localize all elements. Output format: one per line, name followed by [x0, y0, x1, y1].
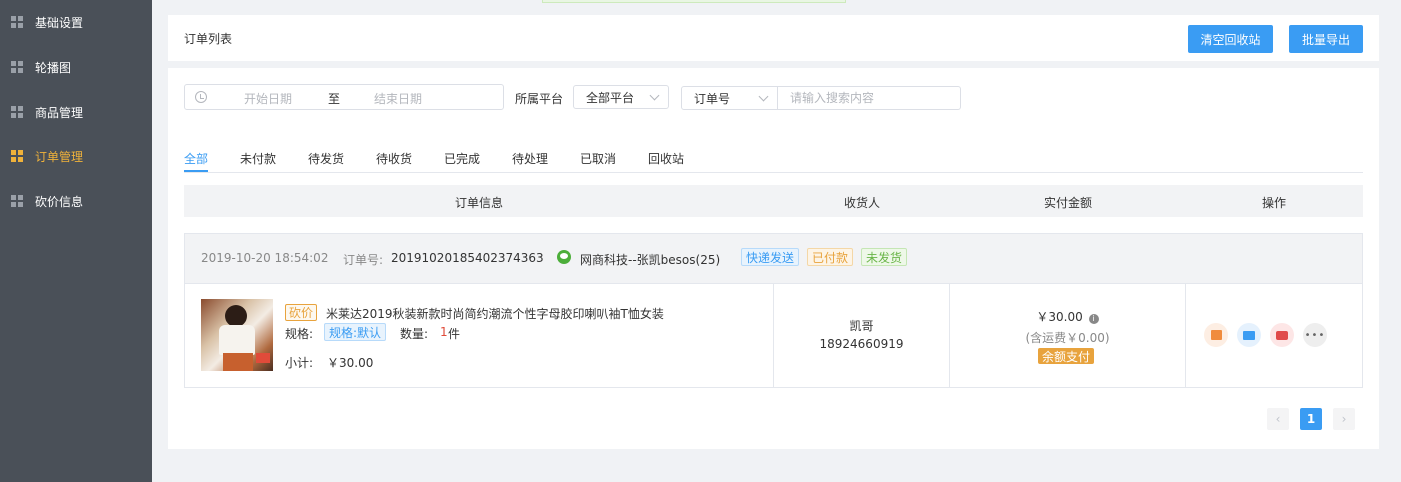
- scrollbar[interactable]: [1395, 0, 1401, 482]
- product-name: 米莱达2019秋装新款时尚简约潮流个性字母胶印喇叭袖T恤女装: [326, 307, 664, 321]
- status-badge: 未发货: [861, 248, 908, 266]
- grid-icon: [11, 16, 23, 28]
- chevron-down-icon: [649, 90, 660, 101]
- tab-to-receive[interactable]: 待收货: [376, 150, 412, 172]
- platform-select-value: 全部平台: [586, 90, 635, 105]
- product-thumbnail[interactable]: [201, 299, 273, 371]
- receiver-phone: 18924660919: [819, 337, 904, 351]
- order-no: 20191020185402374363: [391, 251, 544, 265]
- header-card: 订单列表 清空回收站 批量导出: [168, 15, 1379, 61]
- tab-unpaid[interactable]: 未付款: [240, 150, 276, 172]
- status-badge: 已付款: [807, 248, 854, 266]
- message-icon[interactable]: [1270, 323, 1294, 347]
- sidebar-item-label: 商品管理: [35, 105, 84, 120]
- platform-select[interactable]: 全部平台: [573, 85, 669, 109]
- shop-name: 网商科技--张凯besos(25): [580, 253, 721, 267]
- grid-icon: [11, 195, 23, 207]
- wechat-icon: [557, 250, 571, 264]
- grid-icon: [11, 61, 23, 73]
- sidebar-item-bargain[interactable]: 砍价信息: [0, 188, 152, 214]
- spec-label: 规格:: [285, 327, 314, 341]
- order-card-header: 2019-10-20 18:54:02 订单号: 201910201854023…: [185, 234, 1362, 284]
- search-input[interactable]: [777, 86, 961, 110]
- grid-icon: [11, 150, 23, 162]
- sidebar-item-products[interactable]: 商品管理: [0, 99, 152, 125]
- sidebar-item-label: 砍价信息: [35, 194, 84, 209]
- quantity-label: 数量:: [400, 327, 429, 341]
- order-time: 2019-10-20 18:54:02: [201, 251, 329, 265]
- info-icon[interactable]: i: [1088, 314, 1099, 324]
- column-divider: [773, 284, 774, 387]
- clock-icon: [195, 91, 207, 103]
- tab-all[interactable]: 全部: [184, 150, 209, 172]
- sidebar-item-label: 订单管理: [35, 149, 84, 164]
- sidebar-item-label: 基础设置: [35, 15, 84, 30]
- clear-recycle-button[interactable]: 清空回收站: [1188, 25, 1273, 53]
- start-date-placeholder: 开始日期: [244, 92, 293, 106]
- subtotal-value: ￥30.00: [327, 356, 374, 370]
- table-header: 订单信息 收货人 实付金额 操作: [184, 185, 1363, 217]
- order-card-body: 砍价 米莱达2019秋装新款时尚简约潮流个性字母胶印喇叭袖T恤女装 规格: 规格…: [185, 284, 1362, 387]
- ship-icon[interactable]: [1204, 323, 1228, 347]
- platform-label: 所属平台: [515, 92, 564, 106]
- toast-strip: [542, 0, 846, 3]
- tab-recycle-bin[interactable]: 回收站: [648, 150, 684, 172]
- tab-pending[interactable]: 待处理: [512, 150, 548, 172]
- payment-method-badge: 余额支付: [1038, 348, 1095, 364]
- column-divider: [1185, 284, 1186, 387]
- spec-value: 规格:默认: [324, 323, 387, 341]
- batch-export-button[interactable]: 批量导出: [1289, 25, 1363, 53]
- more-icon[interactable]: •••: [1303, 323, 1327, 347]
- column-header-paid-amount: 实付金额: [1044, 196, 1093, 210]
- column-header-order-info: 订单信息: [455, 196, 504, 210]
- sidebar: 基础设置 轮播图 商品管理 订单管理 砍价信息: [0, 0, 152, 482]
- pagination-next-button[interactable]: ›: [1333, 408, 1355, 430]
- bargain-badge: 砍价: [285, 304, 318, 321]
- status-badge: 快递发送: [741, 248, 800, 266]
- quantity-unit: 件: [448, 327, 461, 341]
- search-field-value: 订单号: [694, 91, 731, 106]
- tab-cancelled[interactable]: 已取消: [580, 150, 616, 172]
- end-date-placeholder: 结束日期: [374, 92, 423, 106]
- order-card: 2019-10-20 18:54:02 订单号: 201910201854023…: [184, 233, 1363, 388]
- column-header-receiver: 收货人: [844, 196, 881, 210]
- order-no-label: 订单号:: [343, 253, 384, 267]
- range-separator: 至: [328, 92, 341, 106]
- sidebar-item-label: 轮播图: [35, 60, 72, 75]
- tab-to-ship[interactable]: 待发货: [308, 150, 344, 172]
- sidebar-item-carousel[interactable]: 轮播图: [0, 54, 152, 80]
- grid-icon: [11, 106, 23, 118]
- sidebar-item-basic-settings[interactable]: 基础设置: [0, 9, 152, 35]
- pagination-page-button[interactable]: 1: [1300, 408, 1322, 430]
- paid-amount-value: ￥30.00: [1036, 310, 1083, 324]
- print-icon[interactable]: [1237, 323, 1261, 347]
- page-title: 订单列表: [184, 32, 233, 46]
- tab-completed[interactable]: 已完成: [444, 150, 480, 172]
- receiver-name: 凯哥: [849, 319, 874, 333]
- freight-note: (含运费￥0.00): [1025, 331, 1110, 345]
- quantity-value: 1: [440, 325, 448, 339]
- column-header-actions: 操作: [1262, 196, 1287, 210]
- main-card: 开始日期 至 结束日期 所属平台 全部平台 订单号 全部 未付款 待发货 待收货…: [168, 68, 1379, 449]
- sidebar-item-orders[interactable]: 订单管理: [0, 143, 152, 169]
- search-field-select[interactable]: 订单号: [681, 86, 778, 110]
- subtotal-label: 小计:: [285, 356, 314, 370]
- chevron-down-icon: [758, 91, 769, 102]
- pagination-prev-button[interactable]: ‹: [1267, 408, 1289, 430]
- order-tabs: 全部 未付款 待发货 待收货 已完成 待处理 已取消 回收站: [184, 148, 1363, 173]
- paid-amount: ￥30.00 i: [950, 308, 1185, 325]
- date-range-picker[interactable]: 开始日期 至 结束日期: [184, 84, 504, 110]
